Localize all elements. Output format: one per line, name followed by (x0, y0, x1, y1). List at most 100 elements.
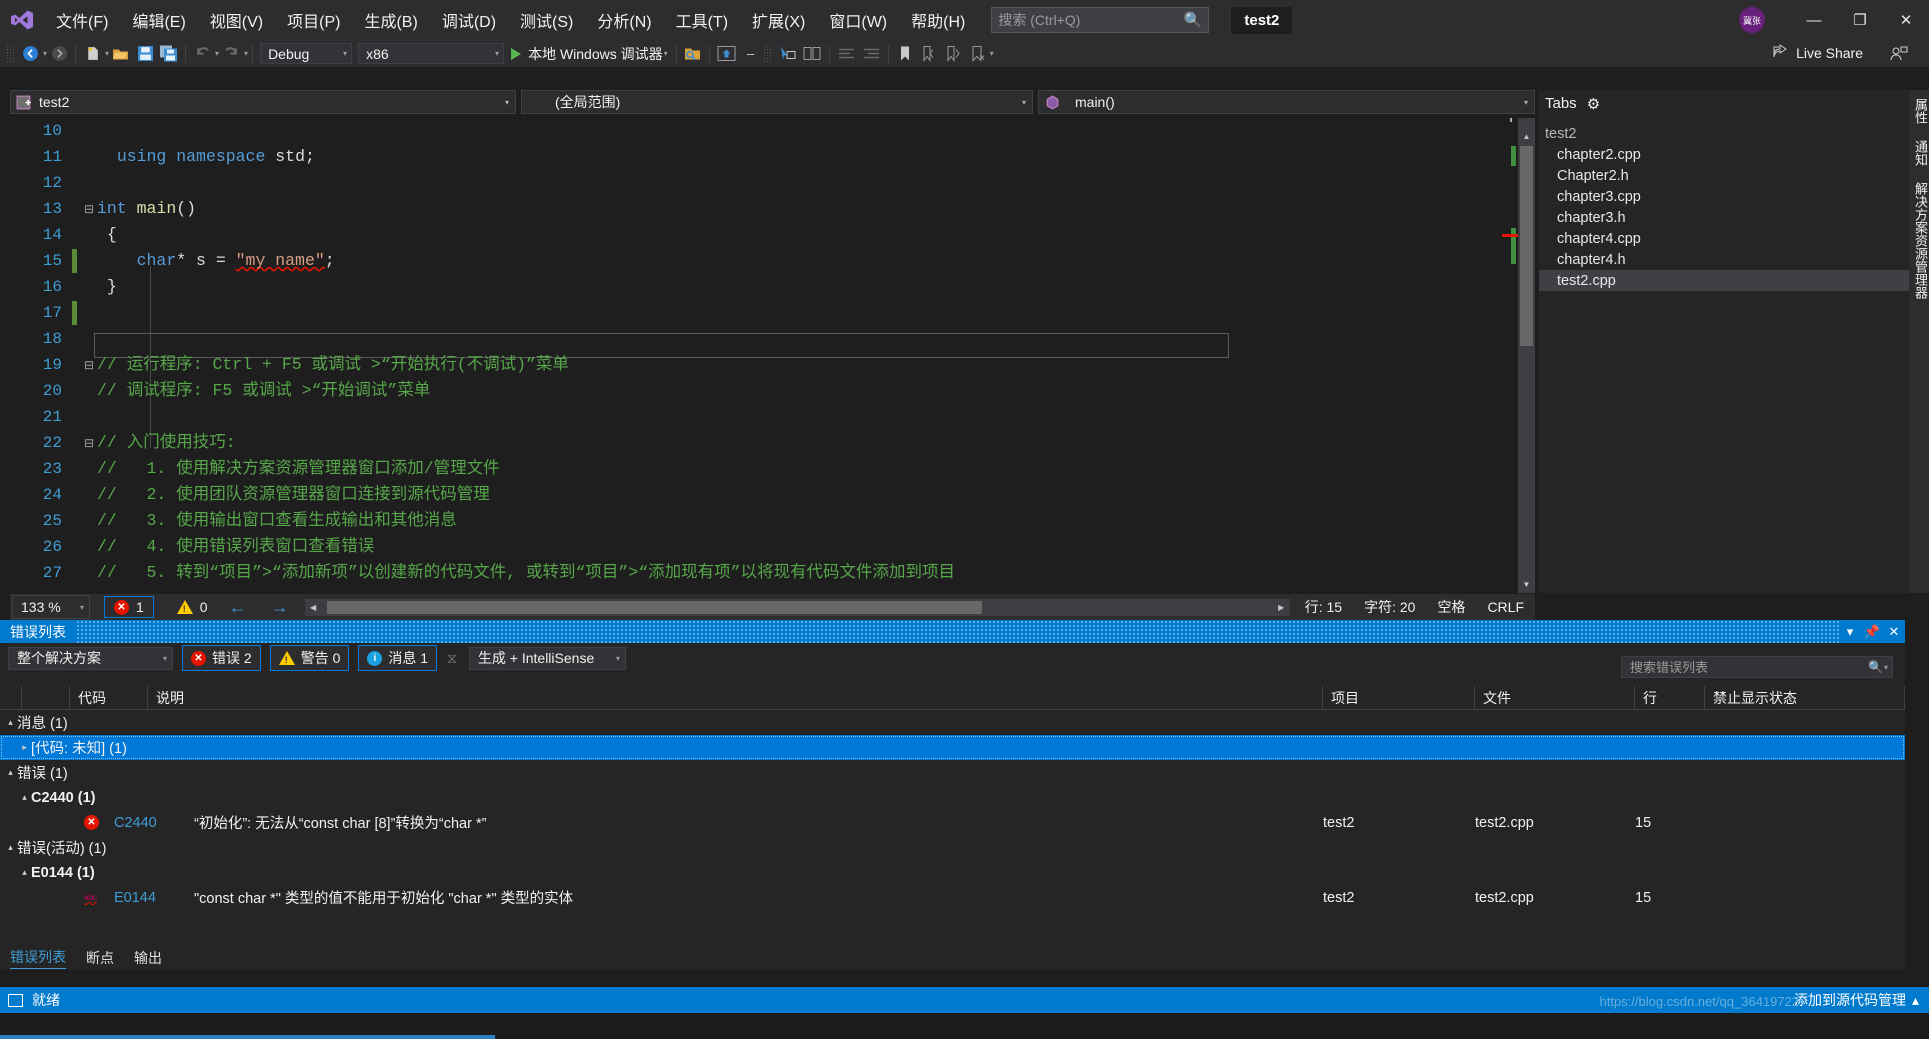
code-line[interactable]: 17 (10, 300, 97, 326)
chevron-up-icon[interactable]: ▴ (4, 717, 17, 728)
error-item-row[interactable]: ✕ C2440 “初始化”: 无法从“const char [8]”转换为“char… (0, 810, 1905, 835)
scroll-up-icon[interactable]: ▲ (1518, 128, 1535, 145)
errors-filter-toggle[interactable]: ✕ 错误 2 (182, 645, 261, 671)
fold-toggle-icon[interactable]: ⊟ (81, 196, 97, 222)
save-all-icon[interactable] (157, 42, 181, 66)
code-text[interactable]: // 3. 使用输出窗口查看生成输出和其他消息 (97, 508, 457, 534)
toolbar-overflow-icon[interactable]: ▾ (990, 49, 994, 58)
avatar[interactable]: 冀张 (1739, 7, 1765, 33)
code-line[interactable]: 15 char* s = "my name"; (10, 248, 335, 274)
menu-item-edit[interactable]: 编辑(E) (120, 0, 197, 40)
minimize-button[interactable]: — (1791, 0, 1837, 40)
close-icon[interactable]: ✕ (1883, 624, 1905, 640)
chevron-down-icon[interactable]: ▾ (664, 49, 668, 58)
code-line[interactable]: 11 using namespace std; (10, 144, 315, 170)
pin-icon[interactable]: 📌 (1861, 624, 1883, 640)
add-to-source-control-label[interactable]: 添加到源代码管理 (1794, 990, 1906, 1010)
bookmark-icon[interactable] (893, 42, 917, 66)
tab-item-test2[interactable]: test2 (1539, 123, 1909, 144)
invite-user-icon[interactable] (1887, 42, 1911, 66)
vertical-tab-notifications[interactable]: 通知 (1909, 132, 1929, 174)
code-text[interactable]: // 调试程序: F5 或调试 >“开始调试”菜单 (97, 378, 430, 404)
code-text[interactable]: int main() (97, 196, 196, 222)
undo-icon[interactable] (190, 42, 214, 66)
code-text[interactable]: // 1. 使用解决方案资源管理器窗口添加/管理文件 (97, 456, 500, 482)
error-code-link[interactable]: C2440 (106, 815, 184, 831)
restore-button[interactable]: ❐ (1837, 0, 1883, 40)
chevron-down-icon[interactable]: ▾ (1022, 98, 1026, 107)
compare-windows-icon[interactable] (800, 42, 825, 66)
inline-error-count[interactable]: ✕ 1 (104, 596, 154, 618)
code-line[interactable]: 22 ⊟// 入门使用技巧: (10, 430, 246, 456)
collapse-icon[interactable]: ‒ (739, 42, 763, 66)
code-line[interactable]: 13 ⊟ int main() (10, 196, 196, 222)
chevron-right-icon[interactable]: ▸ (18, 742, 31, 753)
code-line[interactable]: 16 } (10, 274, 117, 300)
tab-item-chapter3-cpp[interactable]: chapter3.cpp (1539, 186, 1909, 207)
code-editor[interactable]: 10 11 using namespace std; 12 13 ⊟ int main()… (10, 118, 1535, 593)
code-lines[interactable]: 10 11 using namespace std; 12 13 ⊟ int main()… (10, 118, 1535, 593)
column-header-blank2[interactable] (22, 686, 70, 709)
error-group-row[interactable]: ▴ 错误 (1) (0, 760, 1905, 785)
vertical-tab-solution-explorer[interactable]: 解决方案资源管理器 (1909, 174, 1929, 307)
title-drag-area[interactable] (76, 620, 1839, 643)
quick-launch-search[interactable]: 🔍 (991, 7, 1210, 33)
column-header-blank1[interactable] (0, 686, 22, 709)
error-group-row[interactable]: ▴ E0144 (1) (0, 860, 1905, 885)
code-line[interactable]: 18 (10, 326, 97, 352)
chevron-up-icon[interactable]: ▴ (18, 792, 31, 803)
error-search-input[interactable] (1630, 659, 1869, 675)
menu-item-extensions[interactable]: 扩展(X) (740, 0, 817, 40)
navigate-forward-icon[interactable] (47, 42, 71, 66)
messages-filter-toggle[interactable]: i 消息 1 (358, 645, 438, 671)
column-header-code[interactable]: 代码 (70, 686, 148, 709)
error-group-row[interactable]: ▸ [代码: 未知] (1) (0, 735, 1905, 760)
tab-breakpoints[interactable]: 断点 (86, 948, 114, 968)
menu-item-analyze[interactable]: 分析(N) (585, 0, 663, 40)
code-line[interactable]: 26 // 4. 使用错误列表窗口查看错误 (10, 534, 374, 560)
chevron-up-icon[interactable]: ▴ (4, 767, 17, 778)
chevron-up-icon[interactable]: ▴ (1912, 992, 1919, 1009)
scroll-down-icon[interactable]: ▼ (1518, 576, 1535, 593)
toolbar-grip[interactable] (6, 44, 15, 63)
fold-toggle-icon[interactable]: ⊟ (81, 430, 97, 456)
chevron-down-icon[interactable]: ▾ (1839, 624, 1861, 640)
code-text[interactable]: // 运行程序: Ctrl + F5 或调试 >“开始执行(不调试)”菜单 (97, 352, 569, 378)
code-line[interactable]: 23 // 1. 使用解决方案资源管理器窗口添加/管理文件 (10, 456, 500, 482)
menu-item-tools[interactable]: 工具(T) (664, 0, 740, 40)
start-debug-button[interactable]: 本地 Windows 调试器 ▾ (507, 42, 672, 66)
configuration-combo[interactable]: Debug ▾ (260, 43, 353, 64)
error-group-row[interactable]: ▴ 错误(活动) (1) (0, 835, 1905, 860)
indentation-mode[interactable]: 空格 (1426, 597, 1476, 617)
menu-item-project[interactable]: 项目(P) (275, 0, 352, 40)
code-text[interactable]: // 4. 使用错误列表窗口查看错误 (97, 534, 374, 560)
scope-filter-combo[interactable]: 整个解决方案 ▾ (8, 646, 173, 670)
column-header-description[interactable]: 说明 (148, 686, 1323, 709)
clear-filter-icon[interactable]: ⧖ (447, 650, 457, 667)
vertical-tab-properties[interactable]: 属性 (1909, 90, 1929, 132)
zoom-level-combo[interactable]: 133 % ▾ (12, 595, 90, 619)
menu-item-build[interactable]: 生成(B) (352, 0, 429, 40)
code-text[interactable]: char* s = "my name"; (97, 248, 335, 274)
code-text[interactable]: { (97, 222, 117, 248)
menu-item-file[interactable]: 文件(F) (44, 0, 120, 40)
editor-vertical-scrollbar[interactable]: ▲ ▼ (1518, 118, 1535, 593)
fold-toggle-icon[interactable]: ⊟ (81, 352, 97, 378)
code-text[interactable]: // 2. 使用团队资源管理器窗口连接到源代码管理 (97, 482, 490, 508)
navigate-back-icon[interactable] (18, 42, 42, 66)
tab-item-chapter4-h[interactable]: chapter4.h (1539, 249, 1909, 270)
column-header-project[interactable]: 项目 (1323, 686, 1475, 709)
clear-bookmarks-icon[interactable] (965, 42, 989, 66)
open-folder-icon[interactable] (681, 42, 705, 66)
menu-item-test[interactable]: 测试(S) (508, 0, 585, 40)
align-left-icon[interactable] (834, 42, 859, 66)
hscroll-thumb[interactable] (326, 600, 982, 614)
tab-item-chapter2-cpp[interactable]: chapter2.cpp (1539, 144, 1909, 165)
code-line[interactable]: 12 (10, 170, 97, 196)
error-group-row[interactable]: ▴ C2440 (1) (0, 785, 1905, 810)
new-file-icon[interactable] (80, 42, 104, 66)
code-text[interactable]: using namespace std; (97, 144, 315, 170)
navbar-scope-dropdown[interactable]: (全局范围) ▾ (521, 90, 1033, 114)
tab-item-test2-cpp[interactable]: test2.cpp (1539, 270, 1909, 291)
scroll-right-icon[interactable]: ▶ (1273, 603, 1290, 612)
